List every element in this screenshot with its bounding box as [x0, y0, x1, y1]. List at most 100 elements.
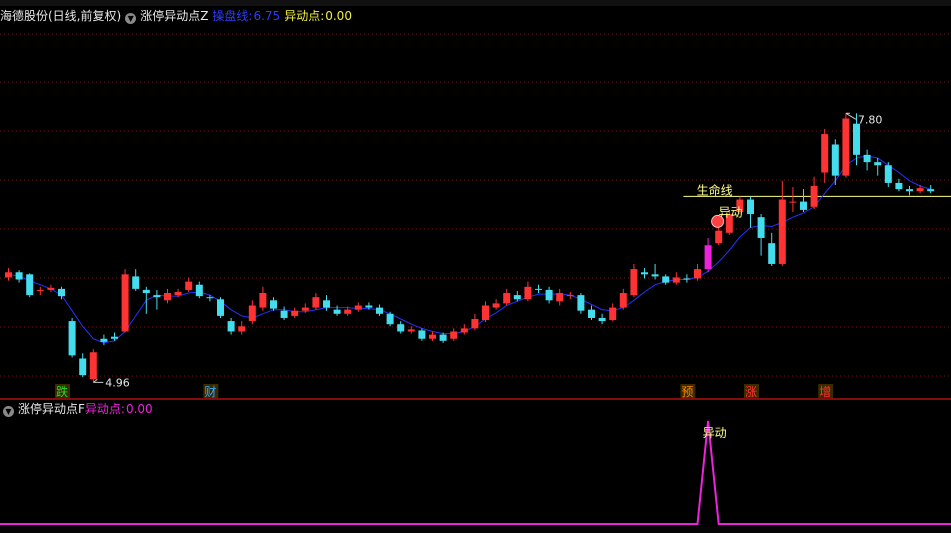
low-price-label: 4.96: [105, 376, 130, 389]
event-marker[interactable]: 涨: [745, 384, 757, 399]
candle-body: [259, 293, 267, 308]
high-price-label: 7.80: [858, 113, 883, 126]
candle-body: [58, 288, 65, 297]
candle-body: [884, 165, 892, 183]
candle-body: [715, 230, 723, 244]
candle-body: [164, 293, 171, 301]
event-marker[interactable]: 预: [681, 385, 693, 399]
event-marker[interactable]: 跌: [56, 384, 68, 399]
candle-body: [524, 286, 532, 300]
candle-body: [672, 277, 680, 283]
candle-body: [386, 313, 394, 325]
candle-body: [641, 272, 648, 275]
candle-body: [68, 321, 76, 356]
candle-body: [227, 321, 235, 332]
signal-ball-icon: [711, 214, 725, 228]
price-chart[interactable]: 跌 财 预 涨 增 7.80 4.96 生命线 异动 异动: [0, 0, 951, 533]
candle-body: [863, 154, 871, 163]
candle-body: [79, 358, 87, 376]
candle-body: [556, 293, 564, 302]
candle-body: [142, 289, 150, 294]
candle-body: [704, 245, 712, 270]
candle-body: [270, 300, 277, 309]
support-line-label: 生命线: [697, 182, 733, 197]
candle-body: [397, 324, 405, 332]
candle-body: [301, 307, 309, 311]
candle-body: [842, 118, 850, 176]
candle-body: [588, 309, 595, 318]
candle-body: [619, 293, 627, 308]
candle-body: [100, 338, 108, 342]
candle-body: [238, 326, 246, 332]
candle-body: [492, 303, 500, 308]
candle-body: [174, 291, 182, 296]
candle-body: [312, 297, 320, 308]
candle-body: [407, 329, 415, 332]
event-markers: 跌财预涨增: [55, 384, 834, 399]
candle-body: [895, 182, 903, 190]
candle-body: [683, 278, 691, 280]
candle-body: [132, 276, 140, 289]
candle-body: [598, 317, 606, 322]
candle-body: [503, 293, 511, 304]
candle-body: [344, 309, 352, 314]
candle-body: [482, 305, 489, 321]
candle-body: [89, 352, 97, 380]
candle-body: [439, 334, 447, 341]
candle-body: [450, 331, 458, 339]
candle-body: [821, 134, 829, 173]
candle-body: [111, 336, 118, 339]
candle-body: [609, 307, 617, 321]
candle-body: [206, 297, 214, 299]
sub-panel: 异动: [0, 420, 951, 525]
candle-body: [185, 281, 193, 290]
price-labels: 7.80 4.96 生命线 异动: [93, 112, 883, 389]
candles: [5, 113, 935, 383]
candle-body: [280, 310, 288, 318]
event-marker[interactable]: 增: [819, 385, 831, 399]
candle-body: [577, 295, 585, 311]
sub-signal-label: 异动: [703, 426, 727, 440]
high-arrow-icon: [845, 112, 857, 120]
candle-body: [916, 188, 924, 192]
candle-body: [5, 272, 12, 278]
candle-body: [217, 299, 224, 316]
candle-body: [831, 144, 839, 176]
candle-body: [545, 289, 553, 301]
candle-body: [778, 199, 786, 264]
candle-body: [662, 276, 670, 283]
candle-body: [747, 199, 754, 215]
candle-body: [153, 295, 161, 298]
candle-body: [927, 189, 935, 192]
candle-body: [757, 217, 765, 238]
candle-body: [800, 201, 807, 210]
candle-body: [906, 189, 913, 192]
candle-body: [874, 162, 882, 166]
candle-body: [566, 295, 574, 297]
candle-body: [333, 309, 341, 314]
candle-body: [460, 328, 468, 333]
candle-body: [26, 274, 34, 296]
candle-body: [513, 295, 521, 300]
candle-body: [121, 274, 129, 332]
candle-body: [47, 287, 55, 290]
candle-body: [15, 272, 23, 280]
sub-signal-line: [0, 420, 951, 525]
event-marker[interactable]: 财: [204, 385, 216, 399]
candle-body: [429, 334, 436, 339]
candle-body: [694, 269, 701, 279]
candle-body: [651, 274, 659, 277]
candle-body: [630, 269, 638, 296]
ma-line: [8, 155, 931, 344]
candle-body: [376, 307, 383, 314]
candle-body: [36, 289, 44, 291]
candle-body: [323, 300, 330, 308]
status-strip: [0, 527, 951, 533]
candle-body: [471, 319, 479, 329]
candle-body: [418, 330, 426, 339]
low-arrow-icon: [93, 378, 104, 383]
candle-body: [789, 201, 797, 203]
candle-body: [291, 310, 299, 316]
candle-body: [535, 288, 542, 290]
candle-body: [853, 123, 860, 155]
